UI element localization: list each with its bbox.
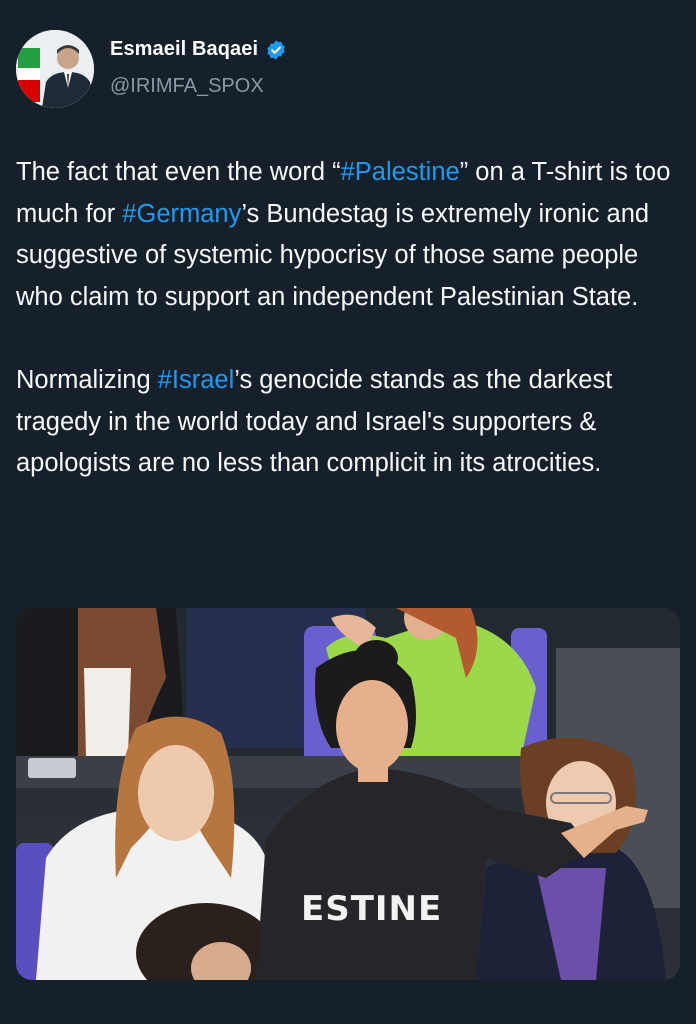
hashtag-germany-link[interactable]: #Germany [122, 200, 241, 228]
author-handle[interactable]: @IRIMFA_SPOX [110, 75, 264, 98]
tweet-paragraph-1: The fact that even the word “#Palestine”… [16, 152, 680, 318]
hashtag-israel-link[interactable]: #Israel [158, 366, 235, 394]
tweet-header: Esmaeil Baqaei @IRIMFA_SPOX [16, 30, 676, 110]
verified-badge-icon [265, 39, 287, 61]
shirt-text: ESTINE [301, 889, 442, 929]
parliament-photo-illustration: ESTINE [16, 608, 680, 980]
tweet-media-photo[interactable]: ESTINE [16, 608, 680, 980]
author-display-name[interactable]: Esmaeil Baqaei [110, 38, 258, 61]
tweet-text-segment: Normalizing [16, 366, 158, 394]
author-name-row[interactable]: Esmaeil Baqaei [110, 38, 287, 61]
hashtag-palestine-link[interactable]: #Palestine [341, 158, 460, 186]
author-avatar[interactable] [16, 30, 94, 108]
tweet-text-segment: The fact that even the word “ [16, 158, 341, 186]
tweet-paragraph-2: Normalizing #Israel’s genocide stands as… [16, 360, 680, 485]
tweet-body: The fact that even the word “#Palestine”… [16, 152, 680, 485]
